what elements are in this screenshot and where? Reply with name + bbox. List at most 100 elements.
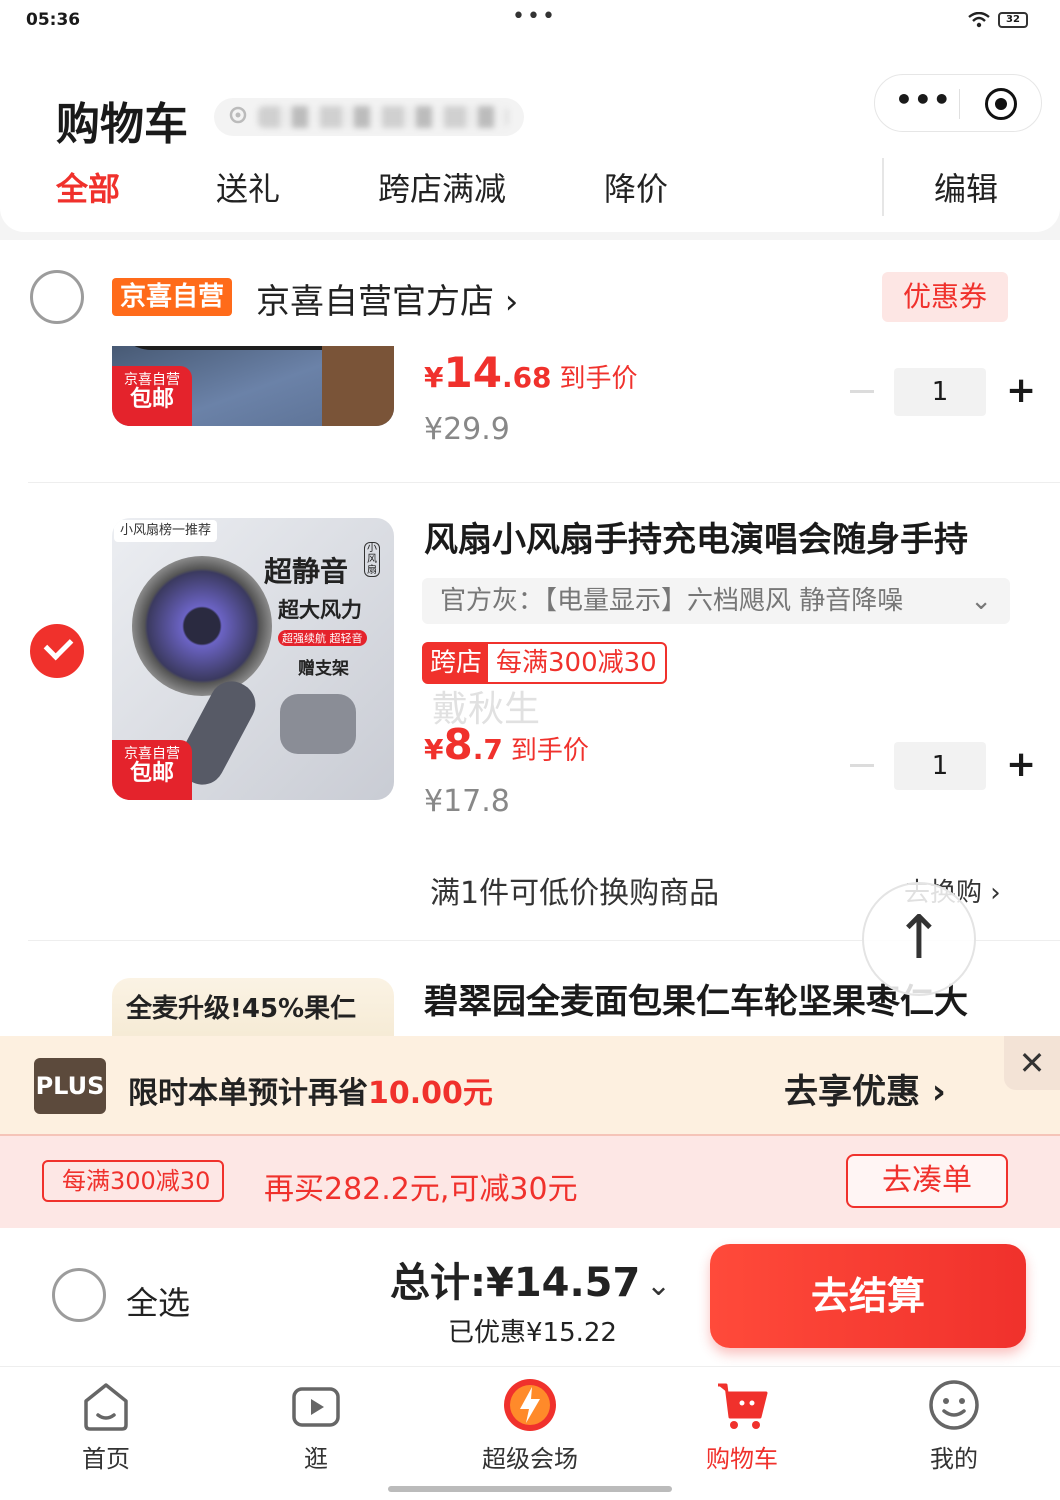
address-selector[interactable] bbox=[214, 98, 524, 136]
plus-savings-text: 限时本单预计再省10.00元 bbox=[128, 1068, 493, 1112]
address-text-blurred bbox=[258, 106, 508, 128]
product-title[interactable]: 风扇小风扇手持充电演唱会随身手持 bbox=[424, 512, 968, 561]
play-icon bbox=[292, 1387, 340, 1427]
price-currency: ¥ bbox=[424, 361, 444, 394]
quantity-input[interactable]: 1 bbox=[894, 742, 986, 790]
add-more-button[interactable]: 去凑单 bbox=[846, 1154, 1008, 1208]
plus-membership-banner[interactable]: PLUS 限时本单预计再省10.00元 去享优惠 › ✕ bbox=[0, 1036, 1060, 1136]
promo-tag-label: 跨店 bbox=[424, 644, 489, 682]
exchange-offer-text: 满1件可低价换购商品 bbox=[430, 876, 720, 911]
product-image-side-tag: 小风扇 bbox=[364, 542, 380, 577]
chevron-down-icon: ⌄ bbox=[970, 586, 992, 616]
smiley-icon bbox=[929, 1380, 979, 1430]
item-divider bbox=[28, 482, 1060, 483]
close-miniapp-icon[interactable] bbox=[985, 88, 1017, 120]
decrease-button[interactable] bbox=[850, 764, 874, 767]
tab-cart[interactable]: 购物车 bbox=[682, 1377, 802, 1474]
header: 购物车 ••• 全部 送礼 跨店满减 降价 编辑 bbox=[0, 42, 1060, 232]
fan-stand-illustration bbox=[280, 694, 356, 754]
saved-amount: 已优惠¥15.22 bbox=[448, 1318, 617, 1348]
sku-text: 官方灰：【电量显示】六档飓风 静音降噪 bbox=[440, 586, 904, 616]
product-photo-table bbox=[322, 340, 394, 426]
status-bar: 05:36 ••• 32 bbox=[0, 0, 1060, 42]
quantity-input[interactable]: 1 bbox=[894, 368, 986, 416]
price-detail-chevron-icon[interactable]: ⌄ bbox=[646, 1268, 671, 1303]
free-shipping-ribbon: 京喜自营 包邮 bbox=[112, 740, 192, 800]
tab-home[interactable]: 首页 bbox=[46, 1377, 166, 1474]
checkout-bar: 全选 总计:¥14.57 已优惠¥15.22 ⌄ 去结算 bbox=[0, 1228, 1060, 1366]
product-image[interactable]: 全麦升级!45%果仁 bbox=[112, 978, 394, 1040]
tabs-divider bbox=[882, 158, 884, 216]
tab-all[interactable]: 全部 bbox=[56, 164, 120, 210]
shop-checkbox[interactable] bbox=[30, 270, 84, 324]
close-icon[interactable]: ✕ bbox=[1004, 1036, 1060, 1090]
quantity-stepper: 1 + bbox=[850, 368, 1040, 416]
page-title: 购物车 bbox=[56, 99, 188, 150]
free-shipping-ribbon: 京喜自营 包邮 bbox=[112, 366, 192, 426]
plus-badge: PLUS bbox=[34, 1058, 106, 1114]
arrow-up-icon: ↑ bbox=[893, 903, 945, 973]
increase-button[interactable]: + bbox=[1006, 373, 1036, 409]
ribbon-top-text: 京喜自营 bbox=[124, 372, 180, 388]
tab-super-venue[interactable]: 超级会场 bbox=[470, 1377, 590, 1474]
tab-label: 逛 bbox=[304, 1445, 328, 1473]
tab-cross-store-discount[interactable]: 跨店满减 bbox=[378, 164, 506, 210]
tab-browse[interactable]: 逛 bbox=[256, 1377, 376, 1474]
tab-price-drop[interactable]: 降价 bbox=[604, 164, 668, 210]
plus-savings-amount: 10.00元 bbox=[368, 1076, 493, 1111]
shop-header: 京喜自营 京喜自营官方店 › 优惠券 bbox=[0, 240, 1060, 346]
tab-label: 超级会场 bbox=[482, 1445, 578, 1473]
status-time: 05:36 bbox=[26, 10, 81, 30]
decrease-button[interactable] bbox=[850, 390, 874, 393]
category-tabs: 全部 送礼 跨店满减 降价 编辑 bbox=[0, 158, 1060, 216]
price-integer: 14 bbox=[443, 348, 502, 397]
super-venue-icon bbox=[504, 1379, 556, 1431]
tab-mine[interactable]: 我的 bbox=[894, 1377, 1014, 1474]
shop-name-link[interactable]: 京喜自营官方店 › bbox=[256, 274, 518, 323]
tab-gift[interactable]: 送礼 bbox=[216, 164, 280, 210]
increase-button[interactable]: + bbox=[1006, 747, 1036, 783]
price-decimal: .68 bbox=[501, 361, 552, 394]
home-indicator bbox=[388, 1486, 672, 1492]
ribbon-top-text: 京喜自营 bbox=[124, 746, 180, 762]
ranking-badge: 小风扇榜一推荐 bbox=[114, 520, 218, 542]
sku-selector[interactable]: 官方灰：【电量显示】六档飓风 静音降噪 ⌄ bbox=[422, 578, 1010, 624]
product-image-headline: 全麦升级!45%果仁 bbox=[126, 994, 357, 1024]
total-price: 总计:¥14.57 bbox=[390, 1260, 641, 1306]
capsule-divider bbox=[959, 89, 960, 119]
back-to-top-button[interactable]: ↑ bbox=[862, 882, 976, 996]
checkout-button[interactable]: 去结算 bbox=[710, 1244, 1026, 1348]
product-image-subline: 超大风力 bbox=[278, 598, 362, 622]
wifi-icon bbox=[968, 12, 990, 28]
more-icon[interactable]: ••• bbox=[895, 83, 952, 116]
select-all-checkbox[interactable] bbox=[52, 1268, 106, 1322]
battery-level: 32 bbox=[1006, 14, 1020, 25]
promo-message: 再买282.2元,可减30元 bbox=[264, 1172, 578, 1207]
item-checkbox[interactable] bbox=[30, 624, 84, 678]
promo-chip: 每满300减30 bbox=[42, 1160, 225, 1202]
tab-label: 我的 bbox=[930, 1445, 978, 1473]
bottom-tab-bar: 首页 逛 超级会场 购物车 我的 bbox=[0, 1366, 1060, 1500]
price-integer: 8 bbox=[443, 720, 473, 769]
cross-store-promo-bar: 每满300减30 再买282.2元,可减30元 去凑单 bbox=[0, 1136, 1060, 1228]
miniapp-capsule: ••• bbox=[874, 74, 1042, 132]
plus-go-button[interactable]: 去享优惠 › bbox=[784, 1064, 946, 1113]
final-price: ¥8.7 到手价 bbox=[424, 720, 589, 769]
original-price: ¥17.8 bbox=[424, 784, 510, 819]
home-icon bbox=[84, 1383, 128, 1431]
edit-button[interactable]: 编辑 bbox=[934, 164, 998, 210]
select-all-label[interactable]: 全选 bbox=[126, 1278, 190, 1324]
product-image[interactable]: 小风扇榜一推荐 超静音 超大风力 超强续航 超轻音 赠支架 小风扇 京喜自营 包邮 bbox=[112, 518, 394, 800]
tab-label: 购物车 bbox=[706, 1445, 778, 1473]
price-decimal: .7 bbox=[472, 733, 503, 766]
quantity-stepper: 1 + bbox=[850, 742, 1040, 790]
product-image-feature: 超强续航 超轻音 bbox=[278, 630, 367, 646]
plus-savings-prefix: 限时本单预计再省 bbox=[128, 1076, 368, 1111]
promo-tag: 跨店 每满300减30 bbox=[422, 642, 667, 684]
shop-badge: 京喜自营 bbox=[112, 278, 233, 316]
coupon-button[interactable]: 优惠券 bbox=[882, 272, 1008, 322]
promo-tag-text: 每满300减30 bbox=[496, 648, 657, 678]
price-label: 到手价 bbox=[510, 736, 589, 766]
battery-icon: 32 bbox=[998, 12, 1028, 28]
cart-store-card: 京喜自营 包邮 ¥14.68 到手价 ¥29.9 1 + 小风扇榜一推荐 超静音 超… bbox=[0, 240, 1060, 1040]
